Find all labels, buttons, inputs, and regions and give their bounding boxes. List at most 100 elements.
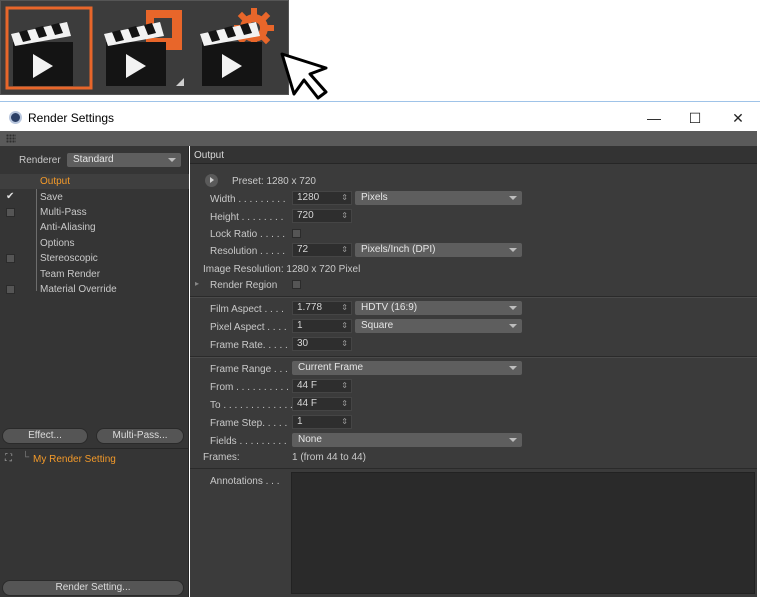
chevron-down-icon	[509, 196, 517, 200]
pixel-aspect-dropdown[interactable]: Square	[355, 319, 522, 333]
grip-handle-icon[interactable]	[6, 134, 16, 143]
frames-value: 1 (from 44 to 44)	[292, 452, 366, 463]
frame-rate-label: Frame Rate. . . . .	[210, 340, 288, 351]
film-aspect-field[interactable]: 1.778 ⇕	[292, 301, 352, 315]
width-field[interactable]: 1280 ⇕	[292, 191, 352, 205]
fields-label: Fields . . . . . . . . .	[210, 436, 287, 447]
resolution-unit-dropdown[interactable]: Pixels/Inch (DPI)	[355, 243, 522, 257]
minimize-button[interactable]: —	[639, 108, 669, 128]
film-aspect-dropdown[interactable]: HDTV (16:9)	[355, 301, 522, 315]
spinner-icon[interactable]: ⇕	[341, 338, 348, 350]
frame-range-dropdown[interactable]: Current Frame	[292, 361, 522, 375]
pixel-aspect-preset: Square	[361, 320, 394, 331]
pixel-aspect-value: 1	[297, 320, 303, 331]
pixel-aspect-field[interactable]: 1 ⇕	[292, 319, 352, 333]
edit-render-settings-icon[interactable]	[194, 6, 282, 90]
spinner-icon[interactable]: ⇕	[341, 416, 348, 428]
height-value: 720	[297, 210, 314, 221]
chevron-down-icon	[509, 306, 517, 310]
width-label: Width . . . . . . . . .	[210, 194, 286, 205]
divider	[0, 101, 760, 102]
chevron-down-icon	[509, 248, 517, 252]
expand-arrow-icon[interactable]: ▸	[195, 279, 199, 288]
tree-item-save[interactable]: ✔ Save	[0, 190, 189, 205]
tree-item-team-render[interactable]: Team Render	[0, 267, 189, 282]
tree-item-label: Stereoscopic	[40, 253, 98, 264]
width-unit-dropdown[interactable]: Pixels	[355, 191, 522, 205]
tree-item-label: Multi-Pass	[40, 207, 87, 218]
spinner-icon[interactable]: ⇕	[341, 398, 348, 410]
divider	[190, 357, 757, 358]
tree-item-label: Anti-Aliasing	[40, 222, 96, 233]
tree-item-label: Material Override	[40, 284, 117, 295]
spinner-icon[interactable]: ⇕	[341, 320, 348, 332]
frames-label: Frames:	[203, 452, 240, 463]
setting-icon: ⛶	[5, 453, 12, 464]
renderer-dropdown[interactable]: Standard	[67, 153, 181, 167]
window-titlebar[interactable]: Render Settings — ☐ ✕	[0, 104, 760, 131]
renderer-label: Renderer	[19, 155, 61, 166]
divider	[0, 448, 189, 449]
height-field[interactable]: 720 ⇕	[292, 209, 352, 223]
spinner-icon[interactable]: ⇕	[341, 192, 348, 204]
preset-play-icon[interactable]	[205, 174, 218, 187]
render-setting-button[interactable]: Render Setting...	[2, 580, 184, 596]
render-to-picture-viewer-icon[interactable]	[98, 6, 186, 90]
image-resolution-text: Image Resolution: 1280 x 720 Pixel	[203, 264, 361, 275]
height-label: Height . . . . . . . .	[210, 212, 284, 223]
enable-checkbox[interactable]	[6, 254, 15, 263]
spinner-icon[interactable]: ⇕	[341, 244, 348, 256]
render-view-icon[interactable]	[5, 6, 93, 90]
render-setting-item[interactable]: My Render Setting	[33, 454, 116, 465]
tree-item-anti-aliasing[interactable]: Anti-Aliasing	[0, 220, 189, 235]
resolution-value: 72	[297, 244, 309, 255]
enable-checkbox[interactable]	[6, 208, 15, 217]
annotations-label: Annotations . . .	[210, 476, 280, 487]
section-header: Output	[190, 146, 757, 164]
enable-checkbox[interactable]	[6, 285, 15, 294]
resolution-field[interactable]: 72 ⇕	[292, 243, 352, 257]
lock-ratio-label: Lock Ratio . . . . .	[210, 229, 286, 240]
effect-button[interactable]: Effect...	[2, 428, 88, 444]
render-region-checkbox[interactable]	[292, 280, 301, 289]
annotations-textarea[interactable]	[291, 472, 755, 594]
film-aspect-label: Film Aspect . . . .	[210, 304, 284, 315]
frame-step-value: 1	[297, 416, 303, 427]
output-settings-panel: Output Preset: 1280 x 720 Width . . . . …	[190, 146, 757, 597]
chevron-down-icon	[509, 438, 517, 442]
render-toolbar	[0, 0, 289, 95]
tree-item-material-override[interactable]: Material Override	[0, 282, 189, 297]
fields-dropdown[interactable]: None	[292, 433, 522, 447]
close-button[interactable]: ✕	[723, 108, 753, 128]
from-value: 44 F	[297, 380, 318, 391]
section-title: Output	[194, 150, 225, 161]
from-label: From . . . . . . . . . .	[210, 382, 289, 393]
resolution-unit-value: Pixels/Inch (DPI)	[361, 244, 436, 255]
lock-ratio-checkbox[interactable]	[292, 229, 301, 238]
spinner-icon[interactable]: ⇕	[341, 302, 348, 314]
tree-item-label: Options	[40, 238, 75, 249]
tree-item-label: Save	[40, 192, 63, 203]
multi-pass-button[interactable]: Multi-Pass...	[96, 428, 184, 444]
maximize-button[interactable]: ☐	[680, 108, 710, 128]
divider	[190, 297, 757, 298]
pixel-aspect-label: Pixel Aspect . . . .	[210, 322, 287, 333]
renderer-value: Standard	[73, 154, 114, 165]
from-field[interactable]: 44 F ⇕	[292, 379, 352, 393]
tree-item-stereoscopic[interactable]: Stereoscopic	[0, 251, 189, 266]
frame-step-field[interactable]: 1 ⇕	[292, 415, 352, 429]
tree-item-options[interactable]: Options	[0, 236, 189, 251]
tree-item-output[interactable]: Output	[0, 174, 189, 189]
checkmark-icon[interactable]: ✔	[6, 191, 14, 202]
width-unit-value: Pixels	[361, 192, 388, 203]
tree-item-multi-pass[interactable]: Multi-Pass	[0, 205, 189, 220]
render-region-label: Render Region	[210, 280, 278, 291]
spinner-icon[interactable]: ⇕	[341, 380, 348, 392]
spinner-icon[interactable]: ⇕	[341, 210, 348, 222]
tree-connector: └	[22, 452, 30, 463]
to-field[interactable]: 44 F ⇕	[292, 397, 352, 411]
frame-step-label: Frame Step. . . . .	[210, 418, 288, 429]
frame-rate-field[interactable]: 30 ⇕	[292, 337, 352, 351]
tree-item-label: Output	[40, 176, 71, 187]
frame-range-label: Frame Range . . .	[210, 364, 288, 375]
